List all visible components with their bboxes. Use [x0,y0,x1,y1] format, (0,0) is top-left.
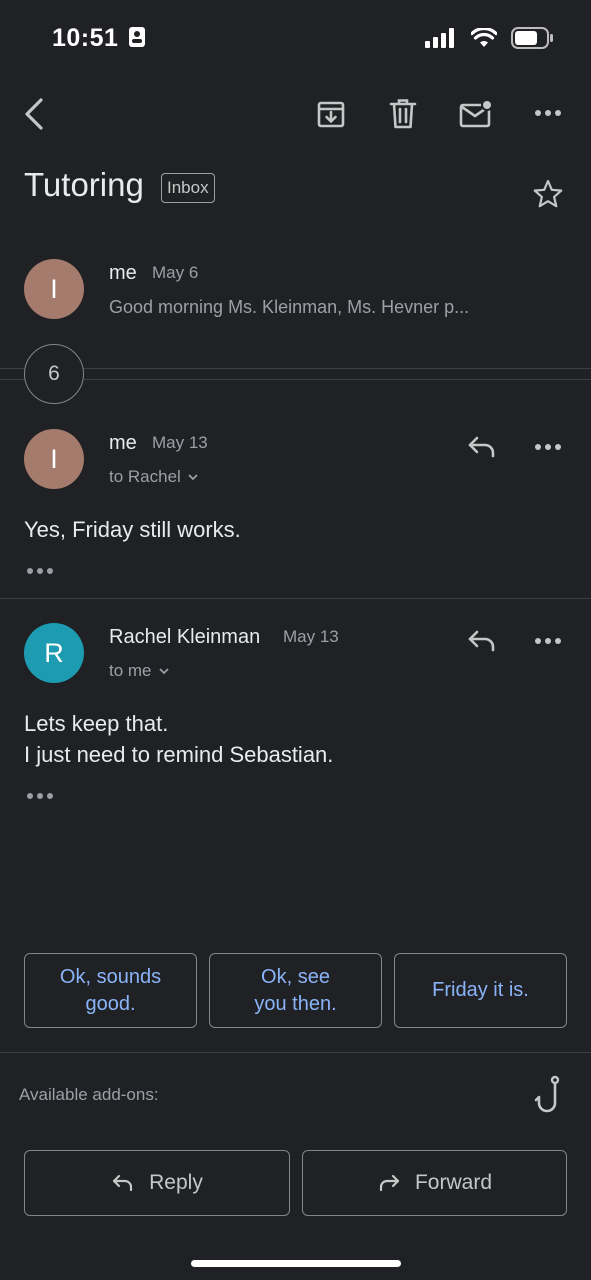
show-trimmed-content-button[interactable] [27,568,53,574]
sender-name: me [109,262,137,284]
forward-button[interactable]: Forward [302,1150,567,1216]
message-more-button[interactable] [528,626,568,656]
status-icons [425,27,553,49]
chevron-down-icon [188,474,198,481]
star-button[interactable] [530,176,566,212]
reply-button[interactable]: Reply [24,1150,290,1216]
divider [0,368,591,369]
message-body: Lets keep that. I just need to remind Se… [24,708,333,770]
reply-icon [468,436,495,458]
reply-label: Reply [149,1171,203,1194]
recipient-label: to Rachel [109,467,181,486]
collapsed-messages-count[interactable]: 6 [24,344,84,404]
smart-reply-text: Friday it is. [432,979,529,1001]
back-button[interactable] [14,92,54,136]
home-indicator[interactable] [191,1260,401,1267]
inbox-label-chip[interactable]: Inbox [161,173,215,203]
message-more-button[interactable] [528,432,568,462]
message-snippet: Good morning Ms. Kleinman, Ms. Hevner p.… [109,297,470,317]
mark-unread-button[interactable] [456,94,496,134]
recipient-label: to me [109,661,152,680]
sender-name: me [109,432,137,454]
smart-reply-chip[interactable]: Ok, see you then. [209,953,382,1028]
archive-button[interactable] [312,94,350,134]
chevron-down-icon [158,668,169,675]
battery-icon [511,27,553,49]
message-body-line: I just need to remind Sebastian. [24,742,334,767]
divider [0,1052,591,1053]
recipient-details[interactable]: to me [109,661,170,681]
smart-reply-chip[interactable]: Friday it is. [394,953,567,1028]
reply-icon [468,630,495,652]
forward-label: Forward [414,1171,493,1194]
reply-icon [113,1174,133,1192]
message-body-line: Lets keep that. [24,711,169,736]
smart-reply-text: you then. [254,992,337,1015]
reply-message-button[interactable] [462,432,502,462]
trash-icon [389,99,417,129]
status-time: 10:51 [52,24,146,53]
mark-unread-icon [459,99,493,128]
divider [0,379,591,380]
reply-message-button[interactable] [462,626,502,656]
show-trimmed-content-button[interactable] [27,793,53,799]
recipient-details[interactable]: to Rachel [109,467,199,487]
wifi-icon [471,28,497,47]
smart-reply-text: good. [85,992,136,1015]
smart-reply-chip[interactable]: Ok, sounds good. [24,953,197,1028]
thread-subject: Tutoring [24,166,144,203]
smart-reply-text: Ok, see [261,965,330,988]
divider [0,598,591,599]
back-arrow-icon [25,98,43,130]
more-options-button[interactable] [528,98,568,128]
forward-icon [379,1174,400,1192]
message-body: Yes, Friday still works. [24,517,241,542]
addons-label: Available add-ons: [19,1085,159,1104]
message-collapsed[interactable]: I me May 6 Good morning Ms. Kleinman, Ms… [0,250,591,340]
more-horizontal-icon [535,444,561,450]
smart-reply-text: Ok, sounds [59,965,162,988]
addon-button[interactable] [528,1074,568,1116]
more-horizontal-icon [535,638,561,644]
hook-icon [534,1075,560,1113]
sender-name: Rachel Kleinman [109,626,261,648]
avatar: I [24,259,84,319]
more-horizontal-icon [535,110,561,116]
message-date: May 13 [283,627,339,646]
avatar: R [24,623,84,683]
avatar: I [24,429,84,489]
signal-icon [425,28,454,48]
message-date: May 6 [152,263,199,282]
message-date: May 13 [152,433,208,452]
archive-icon [317,101,345,128]
star-icon [533,179,563,208]
contact-card-icon [128,27,145,47]
delete-button[interactable] [384,94,422,134]
